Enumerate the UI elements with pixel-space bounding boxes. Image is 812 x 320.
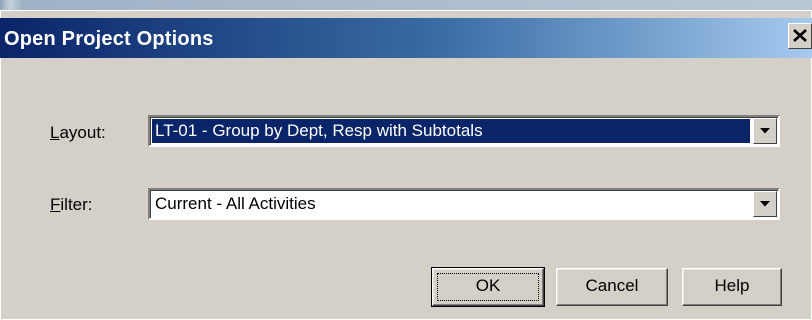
help-button[interactable]: Help bbox=[682, 268, 782, 306]
layout-dropdown-button[interactable] bbox=[753, 118, 777, 144]
layout-label: Layout: bbox=[50, 123, 106, 143]
filter-label-accelerator: F bbox=[50, 195, 61, 214]
close-icon bbox=[793, 29, 807, 42]
dialog-title: Open Project Options bbox=[4, 28, 214, 50]
help-button-label: Help bbox=[714, 276, 750, 295]
chevron-down-icon bbox=[760, 128, 770, 134]
cancel-button-label: Cancel bbox=[585, 276, 639, 295]
cancel-button[interactable]: Cancel bbox=[556, 268, 668, 306]
layout-dropdown-value: LT-01 - Group by Dept, Resp with Subtota… bbox=[152, 119, 750, 143]
close-button[interactable] bbox=[788, 23, 812, 49]
layout-dropdown[interactable]: LT-01 - Group by Dept, Resp with Subtota… bbox=[148, 115, 780, 147]
filter-dropdown-value: Current - All Activities bbox=[155, 194, 316, 213]
ok-button-label: OK bbox=[475, 276, 501, 295]
filter-dropdown-button[interactable] bbox=[753, 191, 777, 217]
filter-label: Filter: bbox=[50, 195, 93, 215]
title-bar[interactable]: Open Project Options bbox=[0, 18, 812, 58]
open-project-options-dialog: Open Project Options Layout: LT-01 - Gro… bbox=[0, 10, 812, 320]
filter-label-text: ilter: bbox=[60, 195, 93, 214]
layout-label-text: ayout: bbox=[59, 123, 106, 142]
chevron-down-icon bbox=[760, 201, 770, 207]
filter-dropdown[interactable]: Current - All Activities bbox=[148, 188, 780, 220]
ok-button[interactable]: OK bbox=[431, 267, 545, 307]
